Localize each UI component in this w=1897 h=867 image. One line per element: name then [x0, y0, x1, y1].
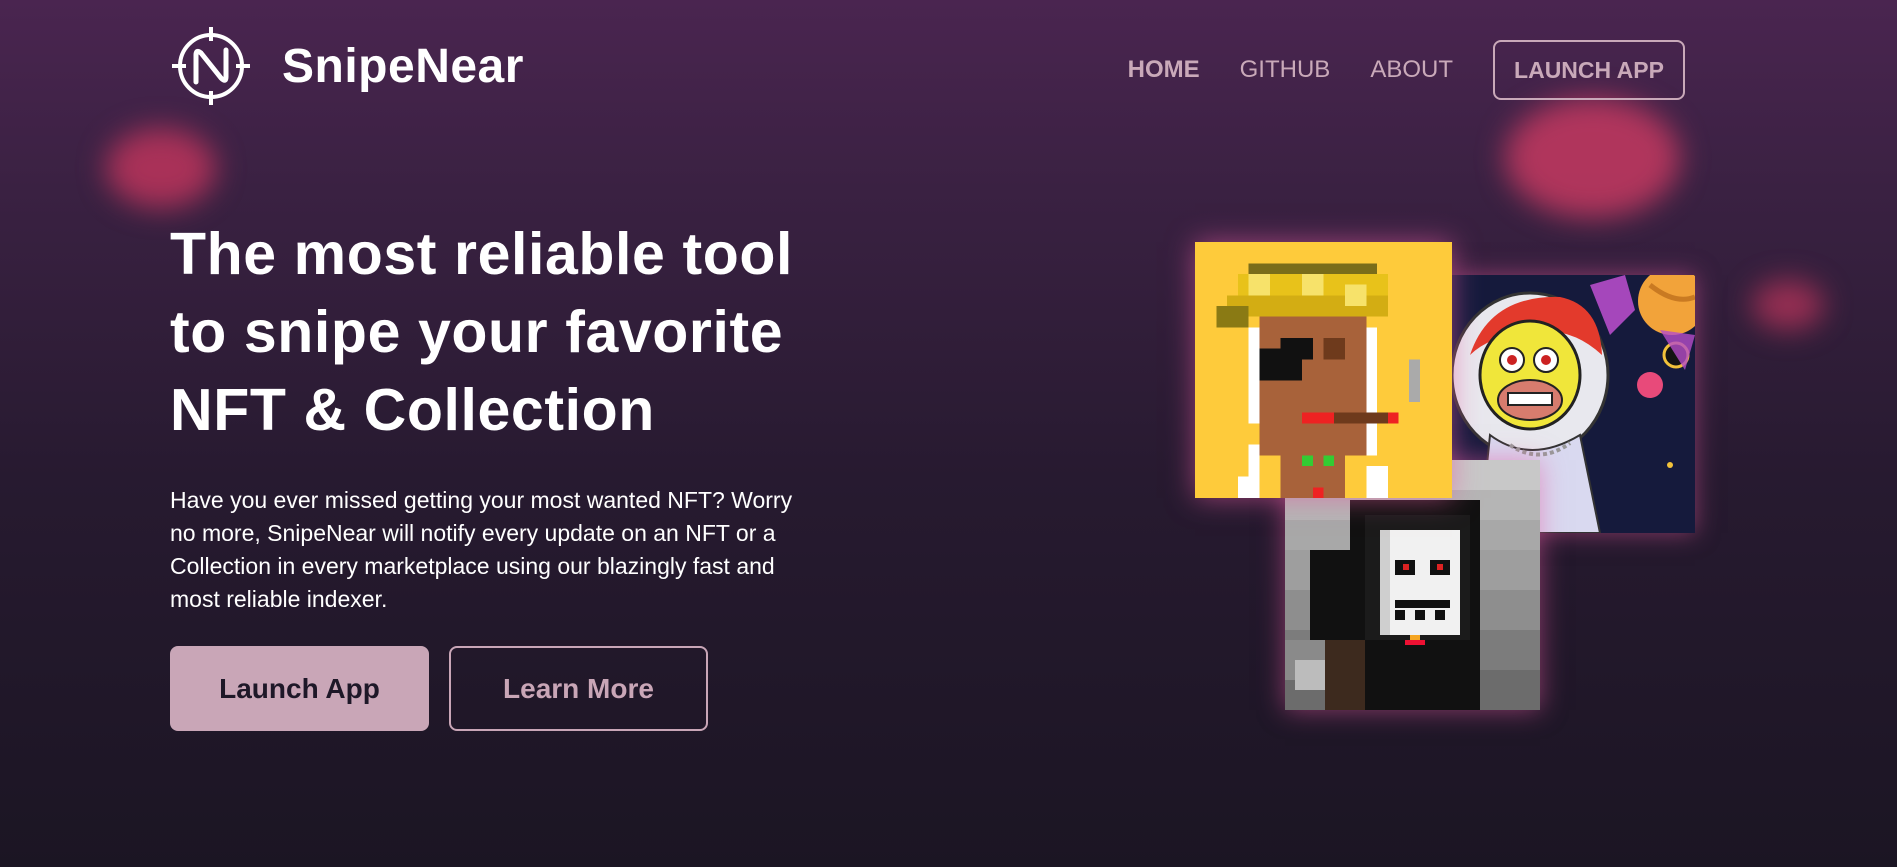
main-nav: HOME GITHUB ABOUT LAUNCH APP [1088, 40, 1685, 100]
nav-home-link[interactable]: HOME [1128, 56, 1200, 84]
hero-title-line: NFT & Collection [170, 377, 655, 443]
n-crosshair-logo-icon [172, 27, 250, 105]
hero-section: The most reliable tool to snipe your fav… [170, 215, 870, 731]
nav-launch-app-button[interactable]: LAUNCH APP [1493, 40, 1685, 100]
nav-about-link[interactable]: ABOUT [1370, 56, 1453, 84]
hero-title-line: The most reliable tool [170, 221, 793, 287]
background-glow [106, 128, 216, 208]
hero-description: Have you ever missed getting your most w… [170, 487, 793, 612]
hero-title-line: to snipe your favorite [170, 299, 784, 365]
pixel-punk-nft [1195, 242, 1452, 498]
brand-name: SnipeNear [282, 39, 524, 93]
learn-more-button[interactable]: Learn More [449, 646, 708, 731]
brand-logo[interactable]: SnipeNear [170, 25, 524, 107]
background-glow [1752, 280, 1824, 330]
nav-github-link[interactable]: GITHUB [1240, 56, 1331, 84]
hero-title: The most reliable tool to snipe your fav… [170, 215, 870, 449]
hero-actions: Launch App Learn More [170, 646, 870, 731]
site-header: SnipeNear HOME GITHUB ABOUT LAUNCH APP [0, 0, 1897, 140]
launch-app-button[interactable]: Launch App [170, 646, 429, 731]
